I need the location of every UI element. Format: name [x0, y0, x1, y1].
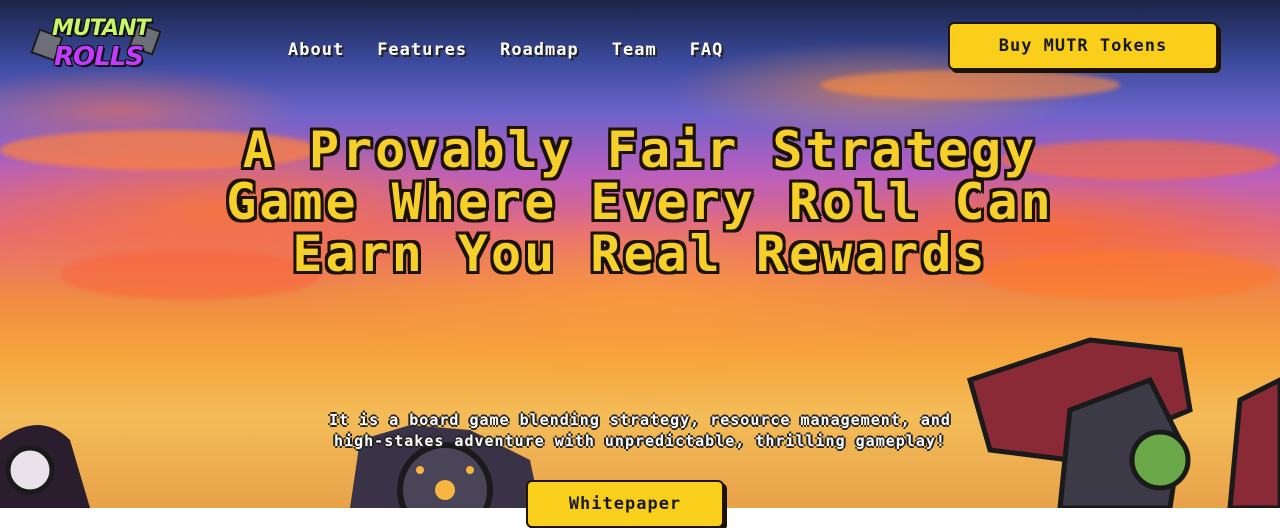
nav-link-about[interactable]: About — [288, 40, 344, 60]
left-creature-art — [0, 425, 90, 508]
buy-tokens-button[interactable]: Buy MUTR Tokens — [948, 22, 1218, 70]
top-navigation: MUTANT ROLLS About Features Roadmap Team… — [0, 0, 1280, 100]
logo-text-top: MUTANT — [52, 16, 151, 41]
hero-subtitle: It is a board game blending strategy, re… — [200, 410, 1080, 452]
nav-links: About Features Roadmap Team FAQ — [288, 40, 756, 60]
nav-link-roadmap[interactable]: Roadmap — [500, 40, 579, 60]
nav-link-features[interactable]: Features — [377, 40, 467, 60]
logo-text-bottom: ROLLS — [54, 42, 144, 72]
hero-title: A Provably Fair Strategy Game Where Ever… — [226, 121, 1054, 283]
mutant-rolls-logo[interactable]: MUTANT ROLLS — [30, 14, 162, 76]
hero-subtitle-line2: high-stakes adventure with unpredictable… — [334, 432, 946, 450]
whitepaper-button[interactable]: Whitepaper — [526, 480, 724, 528]
nav-link-faq[interactable]: FAQ — [690, 40, 724, 60]
hero-subtitle-line1: It is a board game blending strategy, re… — [329, 411, 951, 429]
nav-link-team[interactable]: Team — [612, 40, 657, 60]
